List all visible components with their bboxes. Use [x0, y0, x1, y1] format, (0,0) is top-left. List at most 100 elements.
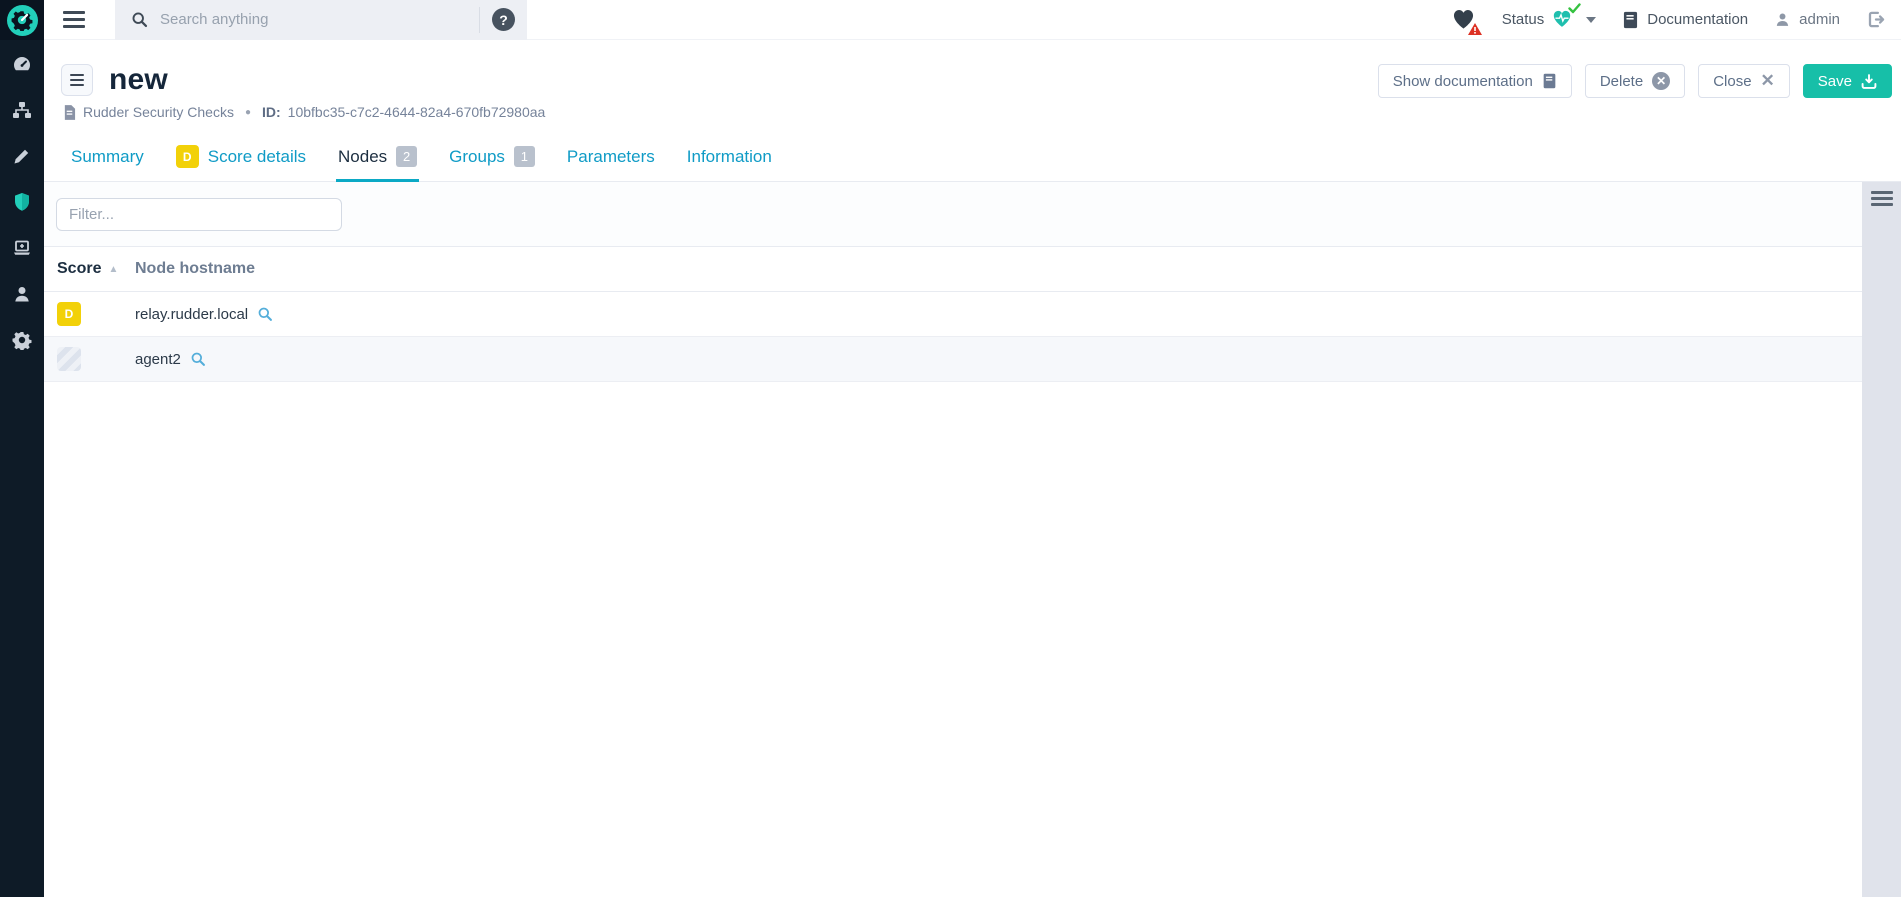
table-row[interactable]: D relay.rudder.local [44, 292, 1862, 337]
nodes-count-badge: 2 [396, 146, 417, 167]
sidebar-item-settings[interactable] [0, 318, 44, 362]
column-header-hostname[interactable]: Node hostname [135, 260, 255, 278]
nodes-table-zone: Score ▲ Node hostname D relay.rudder.loc… [44, 182, 1862, 382]
user-icon [1774, 11, 1791, 28]
sidebar-item-configuration[interactable] [0, 134, 44, 178]
search-input[interactable] [160, 11, 479, 28]
laptop-icon [12, 238, 32, 258]
rudder-logo-icon [7, 5, 38, 36]
download-save-icon [1861, 74, 1877, 89]
tab-groups[interactable]: Groups 1 [447, 139, 537, 182]
navbar-right: Status Documentation admin [1452, 9, 1901, 31]
tab-label: Groups [449, 147, 505, 167]
column-header-score[interactable]: Score ▲ [44, 260, 135, 278]
score-cell [44, 347, 135, 371]
pencil-icon [12, 146, 32, 166]
score-header-label: Score [57, 260, 101, 278]
save-button[interactable]: Save [1803, 64, 1892, 98]
score-placeholder-badge [57, 347, 81, 371]
node-details-search-icon[interactable] [257, 306, 273, 322]
right-gutter [1862, 182, 1901, 897]
document-icon [63, 105, 76, 120]
score-badge-d: D [57, 302, 81, 326]
username-label: admin [1799, 11, 1840, 28]
sidebar [0, 0, 44, 897]
hostname-cell: relay.rudder.local [135, 306, 273, 323]
navbar-menu-icon[interactable] [63, 11, 85, 28]
delete-button[interactable]: Delete ✕ [1585, 64, 1685, 98]
user-menu[interactable]: admin [1774, 11, 1840, 28]
sign-out-icon [1866, 10, 1885, 29]
rule-menu-button[interactable] [61, 64, 93, 96]
filter-input[interactable] [56, 198, 342, 231]
tab-bar: Summary D Score details Nodes 2 Groups 1… [44, 139, 1901, 182]
status-label: Status [1502, 11, 1545, 28]
separator-dot: ● [245, 107, 251, 118]
hostname-cell: agent2 [135, 351, 206, 368]
shield-icon [12, 192, 32, 212]
node-details-search-icon[interactable] [190, 351, 206, 367]
sidebar-item-system[interactable] [0, 226, 44, 270]
table-row[interactable]: agent2 [44, 337, 1862, 382]
delete-circle-x-icon: ✕ [1652, 72, 1670, 90]
hostname-label: agent2 [135, 351, 181, 368]
table-header-row: Score ▲ Node hostname [44, 246, 1862, 292]
rule-category-label: Rudder Security Checks [83, 104, 234, 120]
page-title: new [109, 63, 168, 97]
sort-asc-icon: ▲ [108, 264, 118, 275]
gear-icon [12, 330, 32, 350]
table-options-icon[interactable] [1871, 191, 1893, 206]
search-divider [479, 7, 480, 33]
search-icon [131, 11, 148, 28]
status-ok-icon [1552, 10, 1574, 30]
book-icon [1542, 73, 1557, 89]
sitemap-icon [12, 100, 32, 120]
tab-nodes[interactable]: Nodes 2 [336, 139, 419, 182]
user-icon [12, 284, 32, 304]
logout-button[interactable] [1866, 10, 1885, 29]
rudder-logo[interactable] [0, 0, 44, 40]
filter-bar [44, 182, 1862, 246]
documentation-label: Documentation [1647, 11, 1748, 28]
action-buttons: Show documentation Delete ✕ Close ✕ Save [1378, 64, 1892, 98]
id-label: ID: [262, 104, 281, 120]
breadcrumb: Rudder Security Checks ● ID: 10bfbc35-c7… [63, 104, 1901, 120]
dashboard-icon [12, 54, 32, 74]
sidebar-item-dashboard[interactable] [0, 42, 44, 86]
tab-information[interactable]: Information [685, 139, 774, 182]
check-icon [1568, 3, 1581, 14]
documentation-link[interactable]: Documentation [1622, 11, 1748, 29]
top-navbar: ? Status Documentation admin [44, 0, 1901, 40]
tab-label: Score details [208, 147, 306, 167]
chevron-down-icon [1586, 17, 1596, 23]
hostname-label: relay.rudder.local [135, 306, 248, 323]
main-column: ? Status Documentation admin [44, 0, 1901, 897]
tab-score-details[interactable]: D Score details [174, 139, 308, 182]
tab-parameters[interactable]: Parameters [565, 139, 657, 182]
id-value: 10bfbc35-c7c2-4644-82a4-670fb72980aa [288, 104, 546, 120]
score-cell: D [44, 302, 135, 326]
delete-label: Delete [1600, 73, 1643, 90]
close-label: Close [1713, 73, 1751, 90]
show-documentation-label: Show documentation [1393, 73, 1533, 90]
groups-count-badge: 1 [514, 146, 535, 167]
status-menu[interactable]: Status [1502, 10, 1597, 30]
health-alert-icon[interactable] [1452, 9, 1476, 31]
sidebar-item-users[interactable] [0, 272, 44, 316]
tab-summary[interactable]: Summary [69, 139, 146, 182]
show-documentation-button[interactable]: Show documentation [1378, 64, 1572, 98]
close-x-icon: ✕ [1761, 71, 1775, 91]
help-icon[interactable]: ? [492, 8, 515, 31]
page-content: new Rudder Security Checks ● ID: 10bfbc3… [44, 40, 1901, 897]
sidebar-item-nodes[interactable] [0, 88, 44, 132]
hostname-header-label: Node hostname [135, 260, 255, 277]
nodes-tab-pane: Score ▲ Node hostname D relay.rudder.loc… [44, 182, 1901, 897]
tab-label: Parameters [567, 147, 655, 167]
book-icon [1622, 11, 1639, 29]
tab-label: Nodes [338, 147, 387, 167]
global-search: ? [115, 0, 527, 40]
close-button[interactable]: Close ✕ [1698, 64, 1790, 98]
tab-label: Summary [71, 147, 144, 167]
sidebar-item-security[interactable] [0, 180, 44, 224]
score-grade-badge: D [176, 145, 199, 168]
